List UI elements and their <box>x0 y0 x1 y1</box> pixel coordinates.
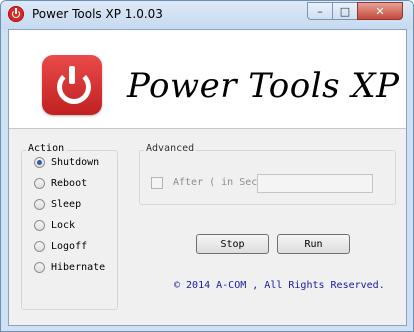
power-bar <box>69 66 75 84</box>
radio-hibernate[interactable]: Hibernate <box>34 262 105 273</box>
app-window: Power Tools XP 1.0.03 – □ ✕ Power Tools … <box>0 0 414 332</box>
radio-lock[interactable]: Lock <box>34 220 75 231</box>
advanced-legend: Advanced <box>144 143 197 154</box>
radio-logoff[interactable]: Logoff <box>34 241 87 252</box>
radio-label: Logoff <box>51 241 88 252</box>
stop-button[interactable]: Stop <box>196 234 269 254</box>
radio-button-icon[interactable] <box>34 241 45 252</box>
after-checkbox[interactable] <box>151 177 163 189</box>
radio-label: Hibernate <box>51 262 106 273</box>
maximize-button[interactable]: □ <box>332 2 358 20</box>
run-button[interactable]: Run <box>277 234 350 254</box>
radio-label: Sleep <box>51 199 82 210</box>
action-group: Action Shutdown Reboot Sleep Lock Logoff… <box>21 143 118 310</box>
minimize-button[interactable]: – <box>307 2 333 20</box>
radio-button-icon[interactable] <box>34 220 45 231</box>
app-name-heading: Power Tools XP <box>127 66 400 106</box>
radio-shutdown[interactable]: Shutdown <box>34 157 99 168</box>
client-area: Power Tools XP Action Shutdown Reboot Sl… <box>8 29 407 326</box>
power-icon <box>8 6 24 22</box>
radio-button-icon[interactable] <box>34 178 45 189</box>
radio-label: Shutdown <box>51 157 100 168</box>
radio-button-icon[interactable] <box>34 199 45 210</box>
advanced-group: Advanced After ( in Sec ) : <box>139 143 396 205</box>
power-logo-icon <box>42 55 102 115</box>
radio-button-icon[interactable] <box>34 262 45 273</box>
radio-reboot[interactable]: Reboot <box>34 178 87 189</box>
window-title: Power Tools XP 1.0.03 <box>32 7 163 21</box>
action-legend: Action <box>26 143 67 154</box>
title-bar[interactable]: Power Tools XP 1.0.03 – □ ✕ <box>1 1 413 29</box>
radio-button-icon[interactable] <box>34 157 45 168</box>
radio-label: Reboot <box>51 178 88 189</box>
copyright-text: © 2014 A-COM , All Rights Reserved. <box>174 280 385 291</box>
close-button[interactable]: ✕ <box>357 2 403 20</box>
seconds-input[interactable] <box>257 174 373 193</box>
controls-panel: Action Shutdown Reboot Sleep Lock Logoff… <box>9 129 406 325</box>
radio-sleep[interactable]: Sleep <box>34 199 81 210</box>
radio-label: Lock <box>51 220 76 231</box>
